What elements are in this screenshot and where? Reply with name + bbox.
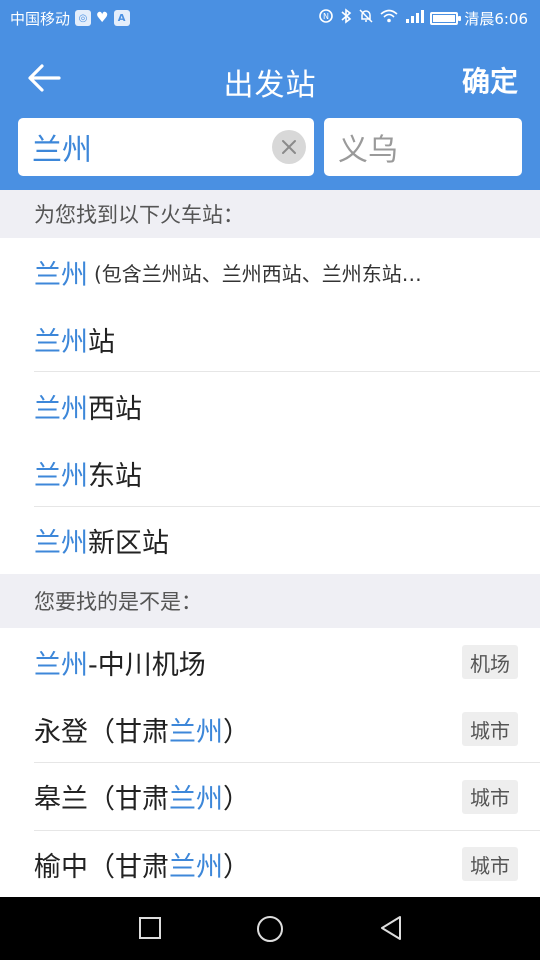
station-item[interactable]: 兰州 新区站: [0, 507, 540, 574]
suggestion-item[interactable]: 永登（甘肃 兰州） 城市: [0, 696, 540, 762]
type-badge: 城市: [462, 779, 518, 814]
station-item[interactable]: 兰州 东站: [0, 440, 540, 506]
section-header-stations: 为您找到以下火车站：: [0, 190, 540, 238]
station-item[interactable]: 兰州站: [0, 306, 540, 372]
station-highlight: 兰州: [34, 528, 88, 559]
station-highlight: 兰州: [34, 259, 88, 291]
type-badge: 城市: [462, 847, 518, 881]
wifi-icon: [380, 9, 398, 27]
battery-icon: [430, 11, 462, 25]
status-bar: 中国移动 ◎ ♥ A N 清晨6:06: [0, 0, 540, 36]
notification-icon: ◎: [75, 10, 92, 26]
system-nav-bar: [0, 897, 540, 960]
arrival-input[interactable]: 义乌: [324, 118, 522, 176]
suggestion-highlight: 兰州: [169, 716, 223, 748]
page-title: 出发站: [223, 68, 317, 103]
station-suffix: 站: [88, 326, 115, 358]
suggestion-highlight: 兰州: [169, 784, 223, 815]
clear-icon: [282, 140, 296, 154]
arrival-input-value: 义乌: [338, 133, 398, 168]
suggestion-item[interactable]: 皋兰（甘肃 兰州） 城市: [0, 763, 540, 830]
triangle-back-icon[interactable]: [378, 914, 404, 942]
suggestion-post: ）: [223, 716, 250, 748]
suggestion-item[interactable]: 榆中（甘肃 兰州） 城市: [0, 831, 540, 897]
square-icon[interactable]: [139, 917, 161, 939]
departure-input[interactable]: 兰州: [18, 118, 314, 176]
type-badge: 城市: [462, 712, 518, 746]
station-highlight: 兰州: [34, 326, 88, 358]
heart-icon: ♥: [96, 10, 109, 26]
confirm-button[interactable]: 确定: [462, 60, 518, 100]
svg-text:N: N: [323, 12, 329, 21]
status-right: N 清晨6:06: [318, 8, 528, 29]
section-header-suggestions: 您要找的是不是：: [0, 574, 540, 628]
circle-icon[interactable]: [257, 916, 283, 942]
station-item-all[interactable]: 兰州 (包含兰州站、兰州西站、兰州东站…: [0, 238, 540, 306]
suggestion-post: -中川机场: [88, 649, 206, 681]
suggestion-post: ）: [223, 851, 250, 883]
suggestion-highlight: 兰州: [34, 649, 88, 681]
bluetooth-icon: [340, 8, 352, 28]
search-row: 兰州 义乌: [0, 118, 540, 190]
status-time: 清晨6:06: [464, 9, 528, 28]
station-suffix: 东站: [88, 460, 142, 492]
signal-icon: [404, 9, 425, 27]
type-badge: 机场: [462, 645, 518, 679]
suggestion-item[interactable]: 兰州 -中川机场 机场: [0, 628, 540, 696]
app-header: 出发站 确定: [0, 36, 540, 122]
station-highlight: 兰州: [34, 460, 88, 492]
nfc-icon: N: [318, 8, 334, 28]
carrier-label: 中国移动: [10, 9, 71, 28]
mute-icon: [358, 8, 374, 28]
departure-input-value: 兰州: [32, 133, 92, 168]
station-item[interactable]: 兰州 西站: [0, 372, 540, 440]
clear-button[interactable]: [272, 130, 306, 164]
suggestion-highlight: 兰州: [169, 851, 223, 883]
station-highlight: 兰州: [34, 393, 88, 425]
suggestion-post: ）: [223, 784, 250, 815]
station-suffix: 新区站: [88, 528, 169, 559]
station-suffix: 西站: [88, 393, 142, 425]
status-left: 中国移动 ◎ ♥ A: [10, 8, 130, 29]
suggestion-pre: 榆中（甘肃: [34, 851, 169, 883]
suggestion-pre: 永登（甘肃: [34, 716, 169, 748]
suggestion-pre: 皋兰（甘肃: [34, 784, 169, 815]
station-note: (包含兰州站、兰州西站、兰州东站…: [94, 261, 422, 286]
a-icon: A: [113, 10, 130, 26]
